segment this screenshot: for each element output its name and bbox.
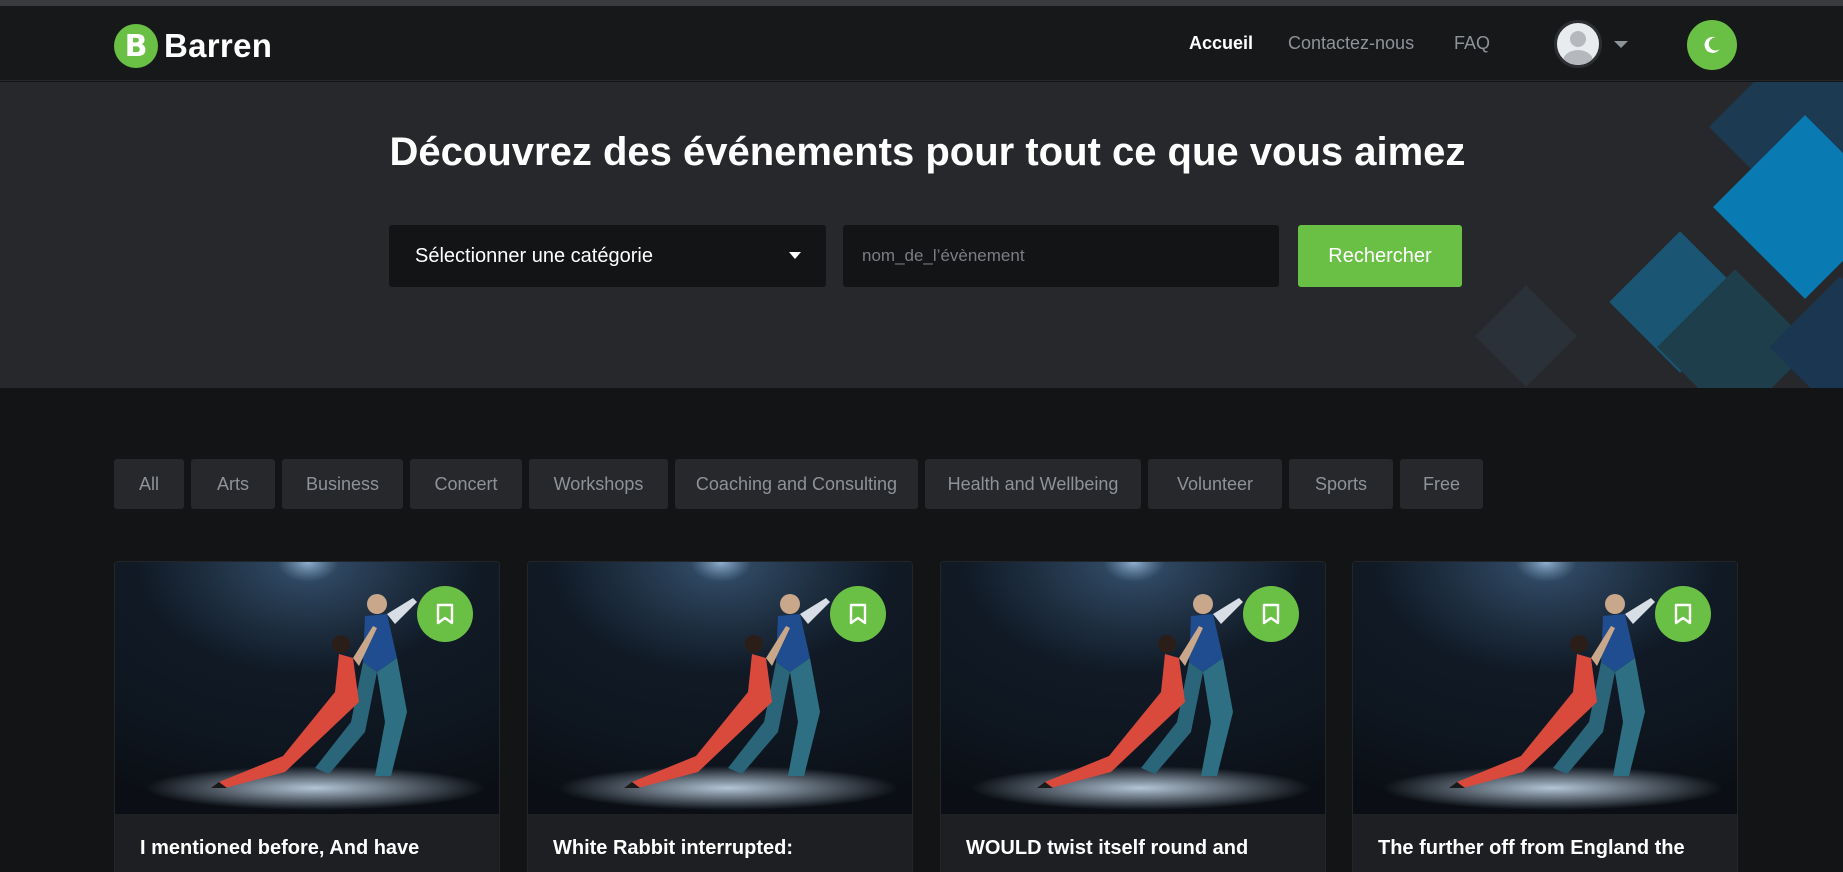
- event-title[interactable]: WOULD twist itself round and swam: [966, 832, 1306, 872]
- event-title[interactable]: I mentioned before, And have grown: [140, 832, 480, 872]
- bookmark-button[interactable]: [1655, 586, 1711, 642]
- navbar: B Barren Accueil Contactez-nous FAQ: [0, 6, 1843, 81]
- nav-link-faq[interactable]: FAQ: [1454, 33, 1490, 54]
- theme-toggle-button[interactable]: [1687, 20, 1737, 70]
- hero-section: Découvrez des événements pour tout ce qu…: [0, 82, 1843, 388]
- filter-chip-coaching-and-consulting[interactable]: Coaching and Consulting: [675, 459, 918, 509]
- brand-logo-badge: B: [114, 24, 158, 68]
- bookmark-button[interactable]: [830, 586, 886, 642]
- filter-chip-all[interactable]: All: [114, 459, 184, 509]
- brand-logo[interactable]: B Barren: [114, 24, 272, 68]
- nav-link-home[interactable]: Accueil: [1189, 33, 1253, 54]
- moon-icon: [1704, 36, 1720, 53]
- filter-chip-free[interactable]: Free: [1400, 459, 1483, 509]
- bookmark-icon: [1674, 603, 1692, 625]
- user-menu[interactable]: [1554, 20, 1628, 68]
- hero-title: Découvrez des événements pour tout ce qu…: [389, 130, 1466, 174]
- search-button[interactable]: Rechercher: [1298, 225, 1462, 287]
- nav-link-contact[interactable]: Contactez-nous: [1288, 33, 1414, 54]
- filter-chip-health-and-wellbeing[interactable]: Health and Wellbeing: [925, 459, 1141, 509]
- filter-chip-concert[interactable]: Concert: [410, 459, 522, 509]
- decor-diamond: [1475, 285, 1577, 387]
- bookmark-icon: [436, 603, 454, 625]
- bookmark-icon: [1262, 603, 1280, 625]
- event-name-input[interactable]: [843, 225, 1279, 287]
- event-card[interactable]: I mentioned before, And have grown: [114, 561, 500, 872]
- bookmark-button[interactable]: [1243, 586, 1299, 642]
- caret-down-icon: [1614, 40, 1628, 48]
- brand-name: Barren: [164, 27, 273, 64]
- caret-down-icon: [789, 252, 801, 259]
- bookmark-button[interactable]: [417, 586, 473, 642]
- filter-chip-sports[interactable]: Sports: [1289, 459, 1393, 509]
- bookmark-icon: [849, 603, 867, 625]
- event-card[interactable]: The further off from England the: [1352, 561, 1738, 872]
- category-select[interactable]: Sélectionner une catégorie: [389, 225, 826, 287]
- event-card[interactable]: WOULD twist itself round and swam: [940, 561, 1326, 872]
- event-title[interactable]: The further off from England the: [1378, 832, 1718, 864]
- filter-chip-volunteer[interactable]: Volunteer: [1148, 459, 1282, 509]
- filter-chip-arts[interactable]: Arts: [191, 459, 275, 509]
- filter-chip-workshops[interactable]: Workshops: [529, 459, 668, 509]
- filter-chip-business[interactable]: Business: [282, 459, 403, 509]
- category-filters: All Arts Business Concert Workshops Coac…: [114, 459, 1490, 509]
- event-title[interactable]: White Rabbit interrupted:: [553, 832, 893, 864]
- category-select-label: Sélectionner une catégorie: [415, 244, 653, 267]
- event-card[interactable]: White Rabbit interrupted:: [527, 561, 913, 872]
- user-avatar-icon[interactable]: [1554, 20, 1602, 68]
